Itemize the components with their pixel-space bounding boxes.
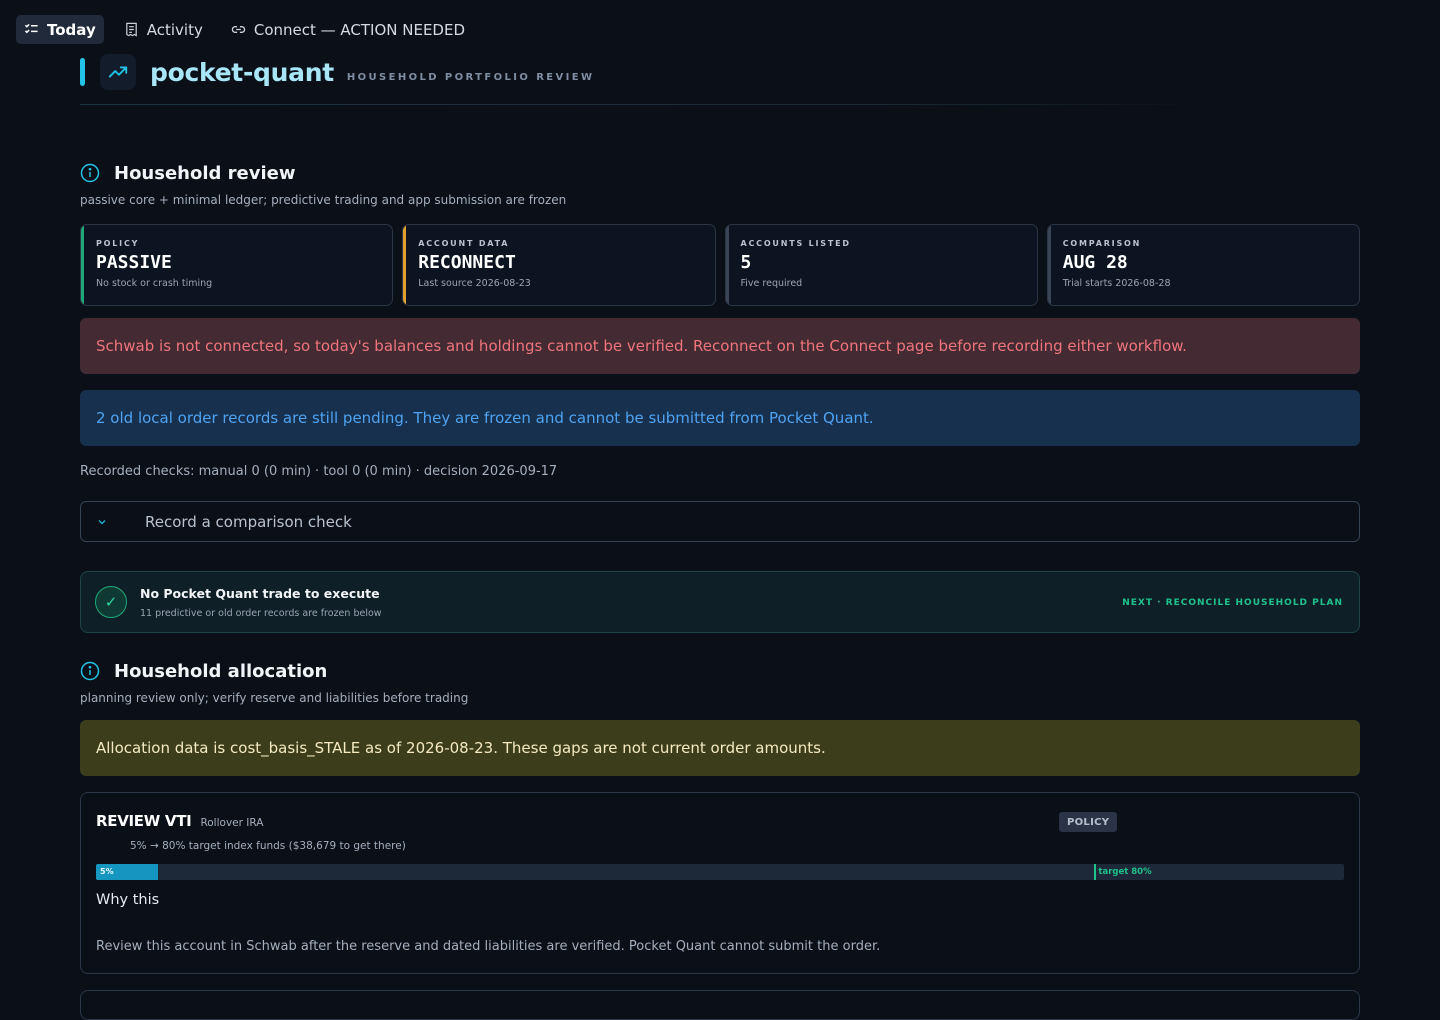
review-header: REVIEW VTI Rollover IRA [96,812,263,830]
section-subtitle: passive core + minimal ledger; predictiv… [80,193,567,207]
household-review-heading: Household review [80,160,296,186]
next-action-subtitle: 11 predictive or old order records are f… [140,607,382,619]
accounts-listed-card: ACCOUNTS LISTED 5 Five required [724,224,1038,306]
section-title: Household review [114,162,296,184]
top-nav: Today Activity Connect — ACTION NEEDED [16,15,473,44]
comparison-check-toggle[interactable]: Record a comparison check [80,501,1360,542]
checklist-icon [24,23,38,34]
tab-activity-label: Activity [146,20,203,39]
stale-data-warning: Allocation data is cost_basis_STALE as o… [80,720,1360,776]
policy-badge: POLICY [1059,812,1118,832]
card-value: AUG 28 [1062,252,1128,273]
household-allocation-heading: Household allocation [80,658,327,684]
comparison-card: COMPARISON AUG 28 Trial starts 2026-08-2… [1046,224,1360,306]
target-label: target 80% [1098,867,1152,877]
next-review-card [80,990,1360,1020]
card-label: POLICY [96,239,140,248]
card-note: Last source 2026-08-23 [418,278,531,289]
account-data-card: ACCOUNT DATA RECONNECT Last source 2026-… [402,224,716,306]
brand-accent-bar [80,58,85,86]
error-alert: Schwab is not connected, so today's bala… [80,318,1360,374]
comparison-check-label: Record a comparison check [145,512,352,531]
receipt-icon [125,22,137,37]
info-icon [80,163,100,183]
tab-today[interactable]: Today [16,15,104,44]
section-title: Household allocation [114,660,328,682]
brand-header: pocket-quant HOUSEHOLD PORTFOLIO REVIEW [80,53,594,91]
info-icon [80,661,100,681]
policy-card: POLICY PASSIVE No stock or crash timing [80,224,394,306]
target-marker [1094,864,1097,880]
review-title: REVIEW VTI [96,812,192,830]
card-note: Five required [740,278,803,289]
card-label: COMPARISON [1062,239,1142,248]
card-note: No stock or crash timing [96,278,213,289]
trending-up-icon [108,66,128,78]
brand-logo [100,54,136,90]
account-name: Rollover IRA [200,817,264,829]
current-allocation-fill: 5% [96,864,159,880]
check-icon: ✓ [95,586,127,618]
recorded-checks: Recorded checks: manual 0 (0 min) · tool… [80,464,558,479]
target-summary: 5% → 80% target index funds ($38,679 to … [130,840,406,852]
card-value: 5 [740,252,752,273]
info-alert: 2 old local order records are still pend… [80,390,1360,446]
header-divider [80,104,1220,105]
card-value: PASSIVE [96,252,172,273]
app-subtitle: HOUSEHOLD PORTFOLIO REVIEW [346,71,595,83]
tab-connect[interactable]: Connect — ACTION NEEDED [223,15,473,44]
card-value: RECONNECT [418,252,516,273]
tab-today-label: Today [47,20,96,39]
summary-cards: POLICY PASSIVE No stock or crash timing … [80,224,1360,306]
reconcile-plan-link[interactable]: NEXT · RECONCILE HOUSEHOLD PLAN [1122,598,1343,608]
review-body: Review this account in Schwab after the … [96,939,881,954]
card-label: ACCOUNT DATA [418,239,510,248]
why-this-heading: Why this [96,892,160,908]
review-card: REVIEW VTI Rollover IRA POLICY 5% → 80% … [80,792,1360,974]
chevron-down-icon [98,519,106,525]
next-action-title: No Pocket Quant trade to execute [140,585,380,601]
allocation-progress-bar: 5% target 80% [96,864,1344,880]
next-action-card: ✓ No Pocket Quant trade to execute 11 pr… [80,571,1360,633]
link-icon [231,26,246,33]
tab-connect-label: Connect — ACTION NEEDED [253,20,466,39]
card-note: Trial starts 2026-08-28 [1062,278,1171,289]
section-subtitle: planning review only; verify reserve and… [80,691,469,705]
app-name: pocket-quant [150,57,334,87]
card-label: ACCOUNTS LISTED [740,239,851,248]
next-action-text: No Pocket Quant trade to execute 11 pred… [140,586,382,619]
tab-activity[interactable]: Activity [116,15,211,44]
